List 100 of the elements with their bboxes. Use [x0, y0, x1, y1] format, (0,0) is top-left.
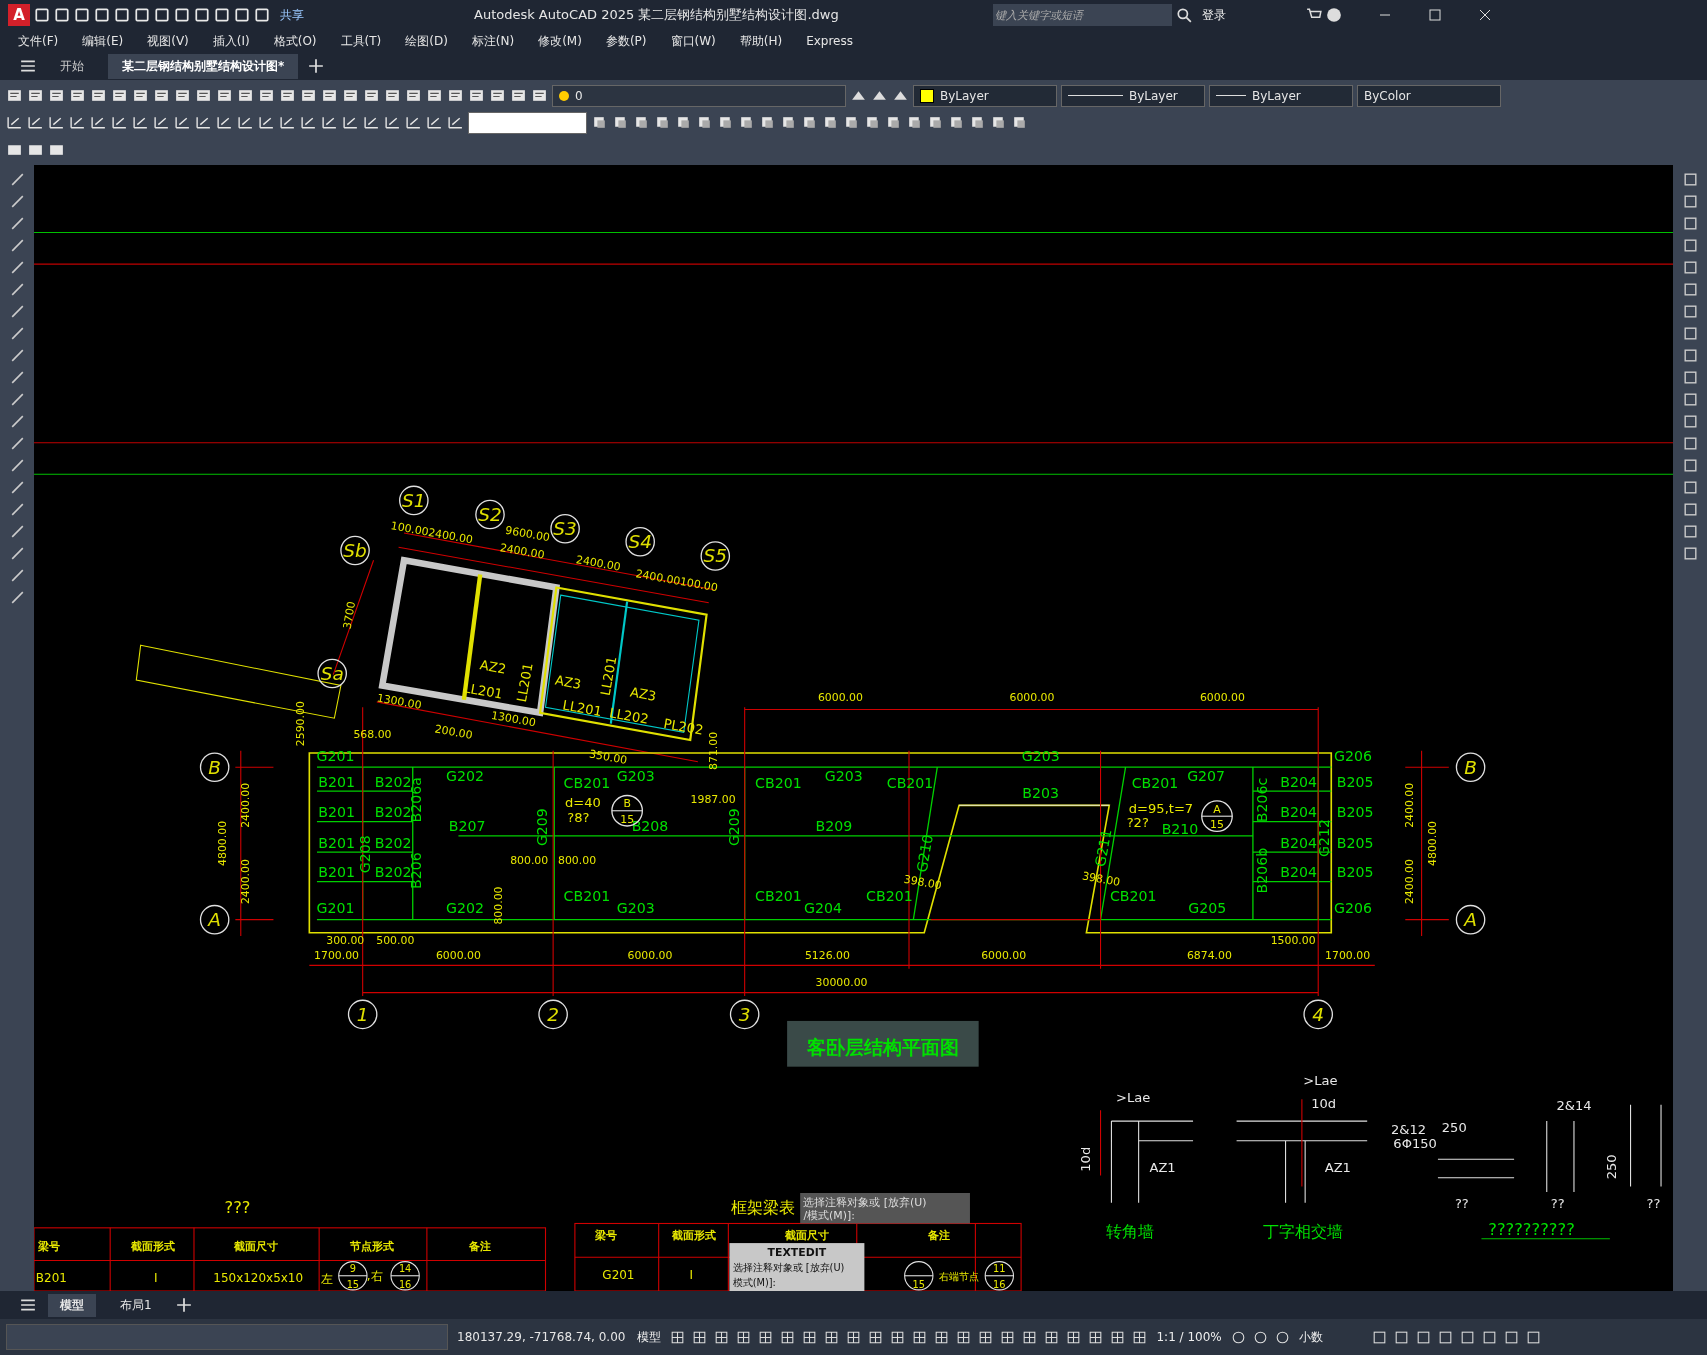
- modify-tool-icon[interactable]: [1681, 347, 1699, 364]
- menu-item[interactable]: 格式(O): [273, 32, 317, 50]
- toolbar-icon[interactable]: [384, 87, 401, 104]
- toolbar-icon[interactable]: [969, 114, 986, 131]
- modify-tool-icon[interactable]: [1681, 237, 1699, 254]
- toolbar-icon[interactable]: [384, 114, 401, 131]
- menu-item[interactable]: 工具(T): [340, 32, 382, 50]
- menu-item[interactable]: 文件(F): [18, 32, 59, 50]
- toolbar-icon[interactable]: [1011, 114, 1028, 131]
- modify-tool-icon[interactable]: [1681, 501, 1699, 518]
- quick-access-icon[interactable]: [234, 7, 250, 23]
- toolbar-icon[interactable]: [132, 114, 149, 131]
- toolbar-icon[interactable]: [174, 114, 191, 131]
- quick-access-icon[interactable]: [74, 7, 90, 23]
- quick-access-icon[interactable]: [214, 7, 230, 23]
- menu-item[interactable]: 视图(V): [147, 32, 189, 50]
- linetype-dropdown[interactable]: ByLayer: [1061, 84, 1205, 107]
- quick-access-icon[interactable]: [154, 7, 170, 23]
- toolbar-icon[interactable]: [300, 87, 317, 104]
- modify-tool-icon[interactable]: [1681, 193, 1699, 210]
- color-dropdown[interactable]: ByLayer: [913, 84, 1057, 107]
- toolbar-icon[interactable]: [948, 114, 965, 131]
- toolbar-icon[interactable]: [195, 114, 212, 131]
- toolbar-icon[interactable]: [675, 114, 692, 131]
- toolbar-icon[interactable]: [237, 114, 254, 131]
- toolbar-icon[interactable]: [195, 87, 212, 104]
- toolbar-icon[interactable]: [447, 87, 464, 104]
- toolbar-icon[interactable]: [216, 114, 233, 131]
- toolbar-icon[interactable]: [780, 114, 797, 131]
- toolbar-icon[interactable]: [510, 87, 527, 104]
- toolbar-icon[interactable]: [132, 87, 149, 104]
- modify-tool-icon[interactable]: [1681, 523, 1699, 540]
- toolbar-icon[interactable]: [27, 87, 44, 104]
- toolbar-icon[interactable]: [216, 87, 233, 104]
- quick-access-icon[interactable]: [194, 7, 210, 23]
- modify-tool-icon[interactable]: [1681, 303, 1699, 320]
- toolbar-icon[interactable]: [153, 114, 170, 131]
- toolbar-icon[interactable]: [279, 114, 296, 131]
- maximize-icon[interactable]: [1427, 8, 1442, 22]
- modify-tool-icon[interactable]: [1681, 413, 1699, 430]
- close-icon[interactable]: [1477, 8, 1492, 22]
- menu-item[interactable]: 修改(M): [538, 32, 582, 50]
- toolbar-icon[interactable]: [363, 114, 380, 131]
- toolbar-icon[interactable]: [342, 87, 359, 104]
- toolbar-icon[interactable]: [321, 114, 338, 131]
- quick-access-icon[interactable]: [54, 7, 70, 23]
- menu-item[interactable]: 参数(P): [605, 32, 647, 50]
- menu-item[interactable]: Express: [806, 34, 853, 48]
- toolbar-icon[interactable]: [927, 114, 944, 131]
- toolbar-icon[interactable]: [531, 87, 548, 104]
- toolbar-icon[interactable]: [843, 114, 860, 131]
- toolbar-icon[interactable]: [447, 114, 464, 131]
- quick-access-icon[interactable]: [254, 7, 270, 23]
- toolbar-icon[interactable]: [654, 114, 671, 131]
- toolbar-icon[interactable]: [48, 87, 65, 104]
- sign-in-button[interactable]: 登录: [1195, 5, 1232, 25]
- quick-access-icon[interactable]: [114, 7, 130, 23]
- toolbar-icon[interactable]: [321, 87, 338, 104]
- toolbar-icon[interactable]: [489, 87, 506, 104]
- toolbar-icon[interactable]: [27, 114, 44, 131]
- toolbar-icon[interactable]: [990, 114, 1007, 131]
- toolbar-icon[interactable]: [759, 114, 776, 131]
- toolbar-icon[interactable]: [591, 114, 608, 131]
- modify-tool-icon[interactable]: [1681, 435, 1699, 452]
- toolbar-icon[interactable]: [153, 87, 170, 104]
- toolbar-icon[interactable]: [906, 114, 923, 131]
- menu-item[interactable]: 标注(N): [471, 32, 515, 50]
- layout-tab[interactable]: 模型: [48, 1293, 96, 1317]
- modify-tool-icon[interactable]: [1681, 391, 1699, 408]
- modify-tool-icon[interactable]: [1681, 479, 1699, 496]
- model-space-button[interactable]: 模型: [634, 1326, 665, 1348]
- toolbar-icon[interactable]: [90, 87, 107, 104]
- menu-item[interactable]: 插入(I): [212, 32, 250, 50]
- plot-style-dropdown[interactable]: ByColor: [1357, 84, 1501, 107]
- style-dropdown[interactable]: [468, 111, 587, 134]
- toolbar-icon[interactable]: [822, 114, 839, 131]
- toolbar-icon[interactable]: [405, 87, 422, 104]
- search-field[interactable]: 键入关键字或短语: [992, 4, 1172, 26]
- menu-icon[interactable]: [20, 58, 36, 74]
- file-tab[interactable]: 某二层钢结构别墅结构设计图*: [108, 53, 299, 79]
- toolbar-icon[interactable]: [6, 114, 23, 131]
- toolbar-icon[interactable]: [258, 87, 275, 104]
- toolbar-icon[interactable]: [405, 114, 422, 131]
- toolbar-icon[interactable]: [90, 114, 107, 131]
- toolbar-icon[interactable]: [885, 114, 902, 131]
- toolbar-icon[interactable]: [363, 87, 380, 104]
- file-tab[interactable]: 开始: [46, 53, 98, 79]
- command-input[interactable]: [6, 1324, 448, 1350]
- toolbar-icon[interactable]: [468, 87, 485, 104]
- quick-access-icon[interactable]: [34, 7, 50, 23]
- menu-icon[interactable]: [20, 1297, 36, 1313]
- toolbar-icon[interactable]: [258, 114, 275, 131]
- toolbar-icon[interactable]: [174, 87, 191, 104]
- toolbar-icon[interactable]: [300, 114, 317, 131]
- search-icon[interactable]: [1175, 7, 1192, 23]
- plus-icon[interactable]: [308, 58, 325, 74]
- toolbar-icon[interactable]: [69, 114, 86, 131]
- modify-tool-icon[interactable]: [1681, 545, 1699, 562]
- toolbar-icon[interactable]: [111, 114, 128, 131]
- toolbar-icon[interactable]: [696, 114, 713, 131]
